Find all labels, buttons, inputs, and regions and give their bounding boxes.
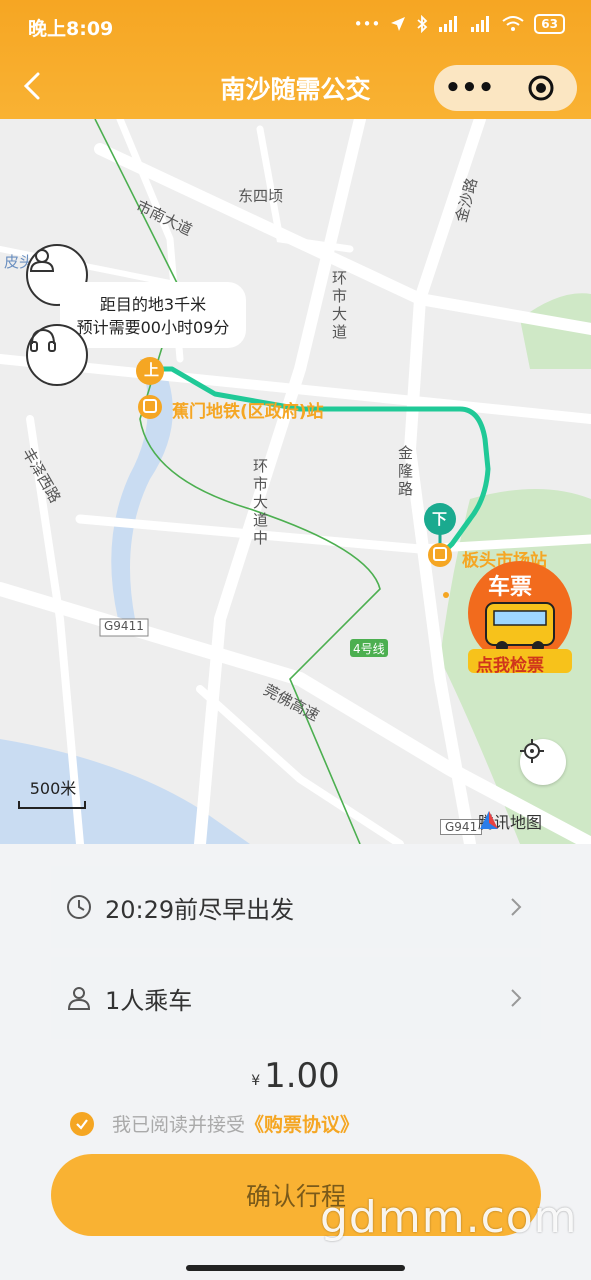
navbar: 南沙随需公交 ••• xyxy=(0,56,591,116)
map-label: 环市大道中 xyxy=(253,457,269,547)
dots-icon: ••• xyxy=(353,15,381,33)
chevron-right-icon xyxy=(511,898,522,916)
status-bar: 晚上8:09 ••• 63 xyxy=(0,0,591,52)
chevron-right-icon xyxy=(511,989,522,1007)
home-indicator[interactable] xyxy=(186,1265,405,1271)
currency-symbol: ¥ xyxy=(251,1073,261,1089)
bluetooth-icon xyxy=(417,15,428,33)
location-icon xyxy=(391,17,406,31)
agreement-checkbox[interactable] xyxy=(70,1111,94,1136)
map-label: 环市大道 xyxy=(332,269,348,341)
wifi-icon xyxy=(502,16,524,31)
close-miniprogram-button[interactable] xyxy=(505,74,576,102)
app-header: 晚上8:09 ••• 63 南沙随需公交 ••• xyxy=(0,0,591,119)
map-label: G941 xyxy=(440,819,483,835)
more-menu-button[interactable]: ••• xyxy=(434,75,505,101)
map-label: 金隆路 xyxy=(398,444,414,498)
passenger-count-text: 1人乘车 xyxy=(105,986,193,1015)
clock-icon xyxy=(67,895,91,919)
person-icon xyxy=(29,249,55,272)
price-amount: 1.00 xyxy=(264,1056,340,1096)
board-stop-label[interactable]: 蕉门地铁(区政府)站 xyxy=(172,397,324,422)
fare-price: ¥1.00 xyxy=(0,1056,591,1096)
checkmark-icon xyxy=(76,1118,88,1130)
board-stop-icon xyxy=(138,395,162,419)
map-label: 4号线 xyxy=(353,642,385,656)
route-map[interactable]: 东四顷 市南大道 金沙路 环市大道 环市大道中 丰泽西路 金隆路 皮头 G941… xyxy=(0,119,591,844)
alight-badge: 下 xyxy=(432,510,448,528)
miniprogram-capsule: ••• xyxy=(434,65,577,111)
headset-icon xyxy=(30,328,56,352)
departure-time-text: 20:29前尽早出发 xyxy=(105,895,295,924)
ticket-subtitle: 点我检票 xyxy=(476,656,544,676)
alight-stop-icon xyxy=(428,543,452,567)
map-scale-bar xyxy=(18,801,86,809)
passenger-count-selector[interactable]: 1人乘车 xyxy=(51,957,541,1039)
site-watermark: gdmm.com xyxy=(320,1192,578,1243)
eta-duration: 预计需要00小时09分 xyxy=(76,318,230,337)
map-canvas xyxy=(0,119,591,844)
hd-signal-icon xyxy=(471,16,490,32)
battery-indicator: 63 xyxy=(534,14,565,34)
ticket-title: 车票 xyxy=(488,575,533,600)
board-badge: 上 xyxy=(144,361,160,379)
ticket-check-button[interactable]: 车票 点我检票 xyxy=(464,561,576,679)
agreement-link[interactable]: 《购票协议》 xyxy=(245,1110,359,1137)
tencent-map-icon xyxy=(480,811,498,829)
map-label: 东四顷 xyxy=(238,187,284,205)
status-time: 晚上8:09 xyxy=(28,18,114,40)
eta-distance: 距目的地3千米 xyxy=(99,295,207,314)
signal-icon xyxy=(439,16,458,32)
crosshair-icon xyxy=(520,739,544,763)
agreement-text: 我已阅读并接受 xyxy=(112,1114,246,1136)
river-channel xyxy=(111,359,173,619)
customer-service-button[interactable] xyxy=(26,324,88,386)
target-icon xyxy=(528,75,553,101)
agreement-row: 我已阅读并接受 《购票协议》 xyxy=(70,1110,359,1137)
eta-tooltip: 距目的地3千米 预计需要00小时09分 xyxy=(60,282,246,348)
map-provider-logo: 腾讯地图 xyxy=(478,809,542,833)
departure-time-selector[interactable]: 20:29前尽早出发 xyxy=(51,866,541,948)
map-label: G9411 xyxy=(104,619,144,633)
map-scale-label: 500米 xyxy=(29,779,77,798)
status-icons: ••• 63 xyxy=(354,14,565,34)
person-icon xyxy=(67,987,91,1010)
locate-button[interactable] xyxy=(520,739,566,785)
